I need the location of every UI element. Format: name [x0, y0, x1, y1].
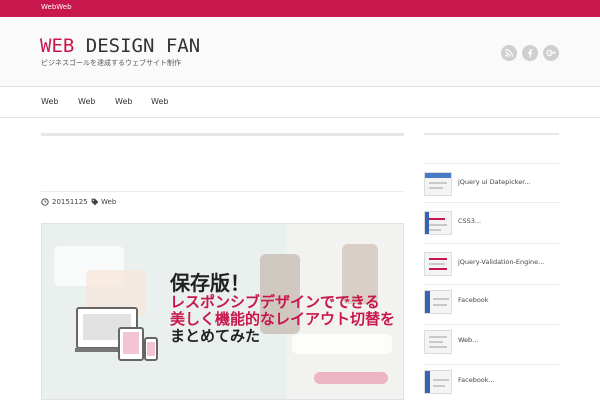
post-thumbnail [424, 330, 452, 354]
hero-title-line-2: レスポンシブデザインでできる [170, 293, 380, 312]
nav-item-1[interactable]: Web [41, 97, 58, 106]
sidebar-post-title: Facebook... [458, 376, 495, 384]
google-plus-icon-glyph [546, 49, 556, 57]
sidebar-divider [424, 163, 559, 164]
article-category[interactable]: Web [101, 198, 116, 206]
google-plus-icon[interactable] [543, 45, 559, 61]
logo-text: DESIGN FAN [74, 35, 201, 57]
sidebar-divider [424, 364, 559, 365]
main-nav: Web Web Web Web [0, 87, 600, 118]
article-hero-image[interactable]: 保存版！ レスポンシブデザインでできる 美しく機能的なレイアウト切替を まとめて… [41, 223, 404, 400]
site-header: WEB DESIGN FAN ビジネスゴールを達成するウェブサイト制作 [0, 17, 600, 87]
sidebar-heading-bar [424, 133, 559, 135]
facebook-icon-glyph [528, 49, 533, 58]
article-date: 20151125 [52, 198, 88, 206]
sidebar-post-title: jQuery ui Datepicker... [458, 178, 531, 186]
post-thumbnail [424, 370, 452, 394]
post-thumbnail [424, 172, 452, 196]
sidebar-post-title: jQuery-Validation-Engine... [458, 258, 545, 266]
sidebar-post-title: Web... [458, 336, 479, 344]
sidebar-post-item[interactable]: jQuery ui Datepicker... [424, 170, 559, 206]
logo-accent: WEB [40, 35, 75, 57]
hero-title-line-3: 美しく機能的なレイアウト切替を [170, 310, 396, 329]
sidebar-post-item[interactable]: CSS3... [424, 209, 559, 245]
sidebar-divider [424, 284, 559, 285]
clock-icon [41, 198, 49, 208]
sidebar-post-title: Facebook [458, 296, 489, 304]
sidebar-post-item[interactable]: jQuery-Validation-Engine... [424, 250, 559, 286]
top-bar-text: WebWeb [41, 3, 72, 11]
rss-icon[interactable] [501, 45, 517, 61]
tag-icon [91, 198, 99, 208]
site-logo[interactable]: WEB DESIGN FAN [40, 37, 200, 56]
site-tagline: ビジネスゴールを達成するウェブサイト制作 [41, 59, 181, 67]
nav-item-2[interactable]: Web [78, 97, 95, 106]
hero-title: 保存版！ レスポンシブデザインでできる 美しく機能的なレイアウト切替を まとめて… [170, 272, 395, 345]
hero-title-line-1: 保存版！ [170, 271, 250, 295]
sidebar-divider [424, 243, 559, 244]
sidebar-post-item[interactable]: Facebook... [424, 368, 559, 400]
sidebar-divider [424, 324, 559, 325]
post-thumbnail [424, 211, 452, 235]
facebook-icon[interactable] [522, 45, 538, 61]
hero-blob [314, 372, 388, 384]
sidebar-post-title: CSS3... [458, 217, 482, 225]
post-thumbnail [424, 252, 452, 276]
hero-devices-illustration [75, 307, 158, 361]
sidebar-post-item[interactable]: Web... [424, 328, 559, 364]
rss-icon-glyph [505, 48, 514, 57]
sidebar-post-item[interactable]: Facebook [424, 288, 559, 324]
top-bar: WebWeb [0, 0, 600, 17]
sidebar-divider [424, 202, 559, 203]
nav-item-4[interactable]: Web [151, 97, 168, 106]
main-heading-bar [41, 133, 404, 136]
hero-title-line-4: まとめてみた [170, 326, 261, 345]
article-divider [41, 191, 404, 192]
post-thumbnail [424, 290, 452, 314]
nav-item-3[interactable]: Web [115, 97, 132, 106]
